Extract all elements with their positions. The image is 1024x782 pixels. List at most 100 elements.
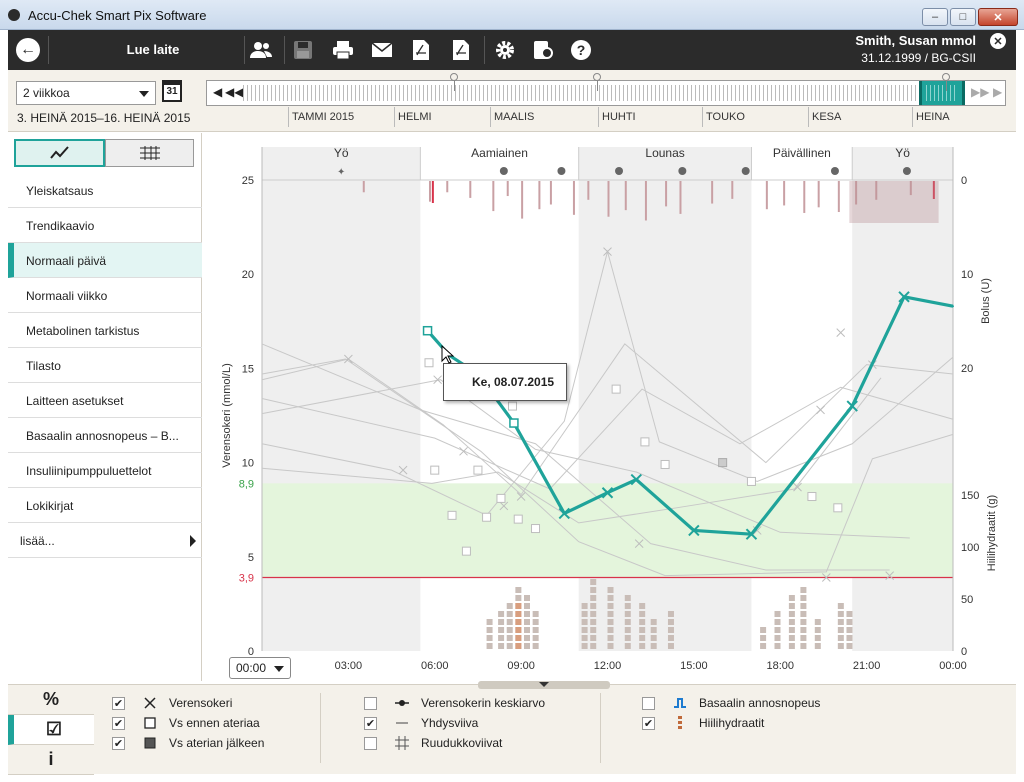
carb-mark [581,643,588,649]
legend-label: Yhdysviiva [421,716,479,730]
minimize-button[interactable]: – [922,8,948,26]
legend-checkbox[interactable] [642,696,655,710]
carb-mark [607,635,614,641]
legend-label: Vs ennen ateriaa [169,716,260,730]
timeline-pin-icon[interactable] [942,73,950,81]
carb-mark [590,603,597,609]
bolus-bar [572,181,575,215]
users-icon[interactable] [248,38,274,62]
device-settings-icon[interactable] [530,38,556,62]
help-icon[interactable]: ? [568,38,594,62]
timeline-range-handle[interactable] [919,81,965,105]
background-reading-mark [816,405,825,415]
mean-line-icon [395,696,409,710]
bolus-bar-highlight [431,181,434,203]
chart-view-button[interactable] [14,139,105,167]
carb-mark [498,619,505,625]
sidebar-item[interactable]: Yleiskatsaus [8,173,202,208]
window-title: Accu-Chek Smart Pix Software [28,8,207,23]
timeline-back-icon[interactable]: ◀◀ [225,85,243,99]
legend-checkbox[interactable]: ✔ [112,696,125,710]
legend-checkbox[interactable] [364,696,377,710]
carb-mark [624,627,631,633]
gear-icon[interactable] [492,38,518,62]
sidebar-item[interactable]: Normaali päivä [8,243,202,278]
mail-icon[interactable] [369,38,395,62]
carb-mark [524,619,531,625]
carb-mark [760,635,767,641]
close-window-button[interactable]: ✕ [978,8,1018,26]
carb-mark [788,603,795,609]
timeline-scrubber[interactable]: ◀ ◀◀ ▶▶ ▶ [206,80,1006,106]
x-tick-label: 21:00 [853,660,881,672]
x-tick-label: 18:00 [766,660,794,672]
carb-mark-highlight [515,611,522,617]
carb-mark [607,587,614,593]
sidebar-item[interactable]: Laitteen asetukset [8,383,202,418]
legend-checkbox[interactable] [364,736,377,750]
x-tick-label: 15:00 [680,660,708,672]
timeline-forward-icon[interactable]: ▶▶ [971,85,989,99]
timeline-pin-icon[interactable] [450,73,458,81]
read-device-title[interactable]: Lue laite [58,42,248,57]
pdf-icon[interactable] [408,38,434,62]
save-icon[interactable] [290,38,316,62]
apple-icon [741,167,750,175]
carb-mark [814,627,821,633]
tab-statistics[interactable]: % [8,685,94,715]
timeline-pin-icon[interactable] [593,73,601,81]
calendar-icon[interactable]: 31 [162,80,182,102]
timeline-ticks [243,85,967,101]
highlighted-premeal-point [422,325,433,336]
legend-column-1: ✔ Verensokeri ✔ Vs ennen ateriaa ✔ Vs aterian… [112,693,264,753]
pdf-export-icon[interactable] [448,38,474,62]
background-postmeal-mark [718,458,728,468]
collapse-handle[interactable] [478,681,610,689]
sidebar-item[interactable]: Lokikirjat [8,488,202,523]
sidebar-item[interactable]: Tilasto [8,348,202,383]
legend-label: Hiilihydraatit [699,716,765,730]
legend-checkbox[interactable]: ✔ [112,716,125,730]
legend-checkbox[interactable]: ✔ [112,736,125,750]
carb-mark [788,627,795,633]
carb-mark [590,611,597,617]
time-start-dropdown[interactable]: 00:00 [229,657,291,679]
carb-mark [639,643,646,649]
background-premeal-mark [496,493,506,503]
period-dropdown[interactable]: 2 viikkoa [16,81,156,105]
sidebar-more-label: lisää... [20,534,55,548]
maximize-button[interactable]: □ [950,8,976,26]
carb-mark [800,603,807,609]
carb-mark [581,627,588,633]
bolus-bar [624,181,627,211]
sidebar-item[interactable]: Insuliinipumppuluettelot [8,453,202,488]
sidebar-item[interactable]: Basaalin annosnopeus – B... [8,418,202,453]
carb-tick-label: 50 [961,594,973,606]
sidebar-item[interactable]: Trendikaavio [8,208,202,243]
carb-mark [607,627,614,633]
print-icon[interactable] [330,38,356,62]
y-axis-label: Verensokeri (mmol/L) [221,363,233,468]
timeline-start-icon[interactable]: ◀ [213,85,222,99]
table-view-button[interactable] [105,139,194,167]
timeline-end-icon[interactable]: ▶ [993,85,1002,99]
back-icon[interactable]: ← [16,38,40,62]
tab-info[interactable]: i [8,745,94,775]
sidebar-item-more[interactable]: lisää... [8,523,202,558]
carb-mark [524,635,531,641]
carb-mark [532,635,539,641]
background-premeal-mark [513,514,523,524]
moon-icon [902,167,911,175]
carb-mark [800,643,807,649]
carb-mark [607,603,614,609]
legend-checkbox[interactable]: ✔ [364,716,377,730]
svg-text:?: ? [577,42,586,58]
close-patient-icon[interactable]: ✕ [990,33,1006,49]
sidebar-item[interactable]: Normaali viikko [8,278,202,313]
legend-checkbox[interactable]: ✔ [642,716,655,730]
sidebar-item[interactable]: Metabolinen tarkistus [8,313,202,348]
tab-legend[interactable]: ☑ [8,715,94,745]
carb-mark [760,643,767,649]
bolus-axis-label: Bolus (U) [980,278,992,324]
x-tick-label: 09:00 [507,660,535,672]
